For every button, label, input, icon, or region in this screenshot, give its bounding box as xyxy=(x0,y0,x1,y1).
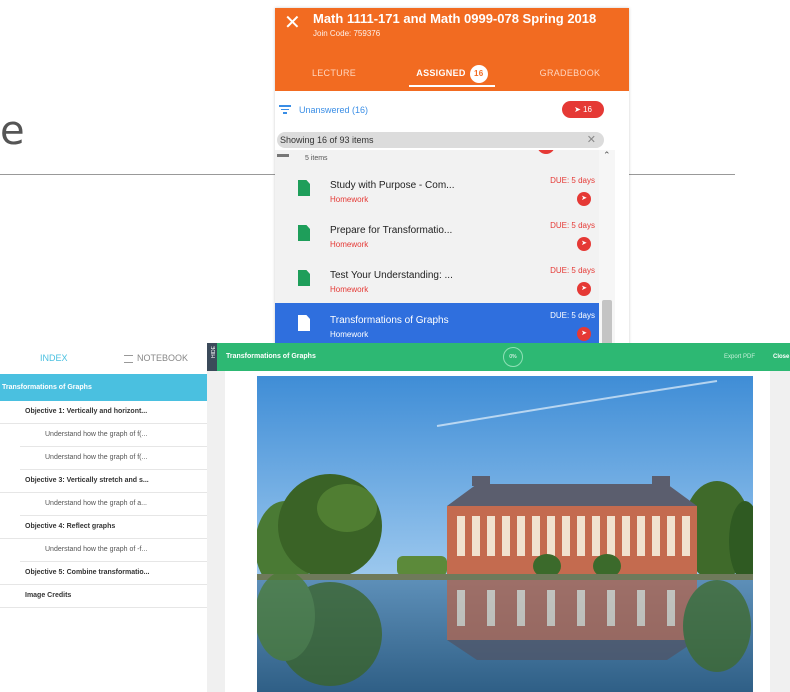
scrollbar-thumb[interactable] xyxy=(602,300,612,348)
content-title: Transformations of Graphs xyxy=(226,353,316,360)
toc-item[interactable]: Understand how the graph of f(... xyxy=(20,424,207,447)
hide-label: HIDE xyxy=(210,346,217,358)
tab-gradebook[interactable]: GRADEBOOK xyxy=(511,60,629,91)
export-pdf-button[interactable]: Export PDF xyxy=(724,354,755,360)
list-scrollbar[interactable]: ⌃ xyxy=(599,150,615,348)
status-indicator xyxy=(537,150,555,154)
filter-icon[interactable] xyxy=(279,103,291,116)
filter-row: Unanswered (16) ➤ 16 xyxy=(275,96,629,126)
send-icon: ➤ xyxy=(574,105,584,114)
due-label: DUE: 5 days xyxy=(550,266,595,275)
tab-label: NOTEBOOK xyxy=(137,353,189,363)
item-type: Homework xyxy=(330,195,369,204)
reader-sidebar: INDEX NOTEBOOK Transformations of Graphs… xyxy=(0,343,208,692)
table-of-contents: Objective 1: Vertically and horizont... … xyxy=(0,401,207,608)
tab-label: ASSIGNED xyxy=(416,68,466,78)
reader-window: INDEX NOTEBOOK Transformations of Graphs… xyxy=(0,343,790,692)
course-tabs: LECTURE ASSIGNED 16 GRADEBOOK xyxy=(275,60,629,91)
filter-dropdown[interactable]: Unanswered (16) xyxy=(299,105,368,115)
notebook-icon xyxy=(124,354,133,363)
toc-item[interactable]: Understand how the graph of -f... xyxy=(20,539,207,562)
send-icon[interactable]: ➤ xyxy=(577,237,591,251)
item-title: Prepare for Transformatio... xyxy=(330,225,453,236)
group-count: 5 items xyxy=(305,155,328,162)
toc-current-section[interactable]: Transformations of Graphs xyxy=(0,374,207,401)
assignments-panel: ✕ Math 1111-171 and Math 0999-078 Spring… xyxy=(275,8,629,348)
toc-item[interactable]: Objective 1: Vertically and horizont... xyxy=(0,401,207,424)
document-icon xyxy=(298,225,310,241)
progress-indicator: 0% xyxy=(503,347,523,367)
toc-item[interactable]: Understand how the graph of a... xyxy=(20,493,207,516)
photo-illustration xyxy=(257,376,753,692)
tab-lecture[interactable]: LECTURE xyxy=(275,60,393,91)
due-label: DUE: 5 days xyxy=(550,221,595,230)
content-toolbar: HIDE Transformations of Graphs 0% Export… xyxy=(207,343,790,371)
hide-sidebar-tab[interactable]: HIDE xyxy=(207,343,217,371)
list-item-selected[interactable]: Transformations of Graphs Homework DUE: … xyxy=(275,303,599,348)
join-code: Join Code: 759376 xyxy=(313,29,381,38)
course-title: Math 1111-171 and Math 0999-078 Spring 2… xyxy=(313,11,597,26)
toc-item[interactable]: Objective 5: Combine transformatio... xyxy=(0,562,207,585)
send-icon[interactable]: ➤ xyxy=(577,192,591,206)
due-label: DUE: 5 days xyxy=(550,311,595,320)
showing-items-bar: Showing 16 of 93 items ✕ xyxy=(277,132,604,148)
assignment-list: 5 items Study with Purpose - Com... Home… xyxy=(275,150,599,348)
toc-item[interactable]: Objective 4: Reflect graphs xyxy=(0,516,207,539)
slide-text-fragment: e xyxy=(0,108,25,154)
toc-item[interactable]: Image Credits xyxy=(0,585,207,608)
item-title: Transformations of Graphs xyxy=(330,315,449,326)
tab-index[interactable]: INDEX xyxy=(40,353,68,363)
send-icon[interactable]: ➤ xyxy=(577,327,591,341)
content-page xyxy=(225,371,770,692)
course-header: ✕ Math 1111-171 and Math 0999-078 Spring… xyxy=(275,8,629,91)
tab-label: LECTURE xyxy=(311,68,357,78)
close-button[interactable]: Close xyxy=(773,354,789,360)
group-header[interactable]: 5 items xyxy=(275,150,599,168)
document-icon xyxy=(298,270,310,286)
toc-item[interactable]: Understand how the graph of f(... xyxy=(20,447,207,470)
list-item[interactable]: Test Your Understanding: ... Homework DU… xyxy=(275,258,599,303)
assigned-count-badge: 16 xyxy=(469,64,488,83)
document-icon xyxy=(298,315,310,331)
collapse-icon xyxy=(277,154,289,157)
sidebar-tabs: INDEX NOTEBOOK xyxy=(0,343,207,374)
toc-item[interactable]: Objective 3: Vertically stretch and s... xyxy=(0,470,207,493)
tab-label: GRADEBOOK xyxy=(539,68,601,78)
send-icon[interactable]: ➤ xyxy=(577,282,591,296)
send-count: 16 xyxy=(583,105,592,114)
showing-count-text: Showing 16 of 93 items xyxy=(280,135,374,145)
tab-notebook[interactable]: NOTEBOOK xyxy=(124,353,188,363)
clear-filter-icon[interactable]: ✕ xyxy=(587,133,596,146)
item-type: Homework xyxy=(330,240,369,249)
list-item[interactable]: Prepare for Transformatio... Homework DU… xyxy=(275,213,599,258)
tab-assigned[interactable]: ASSIGNED 16 xyxy=(393,60,511,91)
item-type: Homework xyxy=(330,330,369,339)
content-area xyxy=(207,371,790,692)
item-title: Test Your Understanding: ... xyxy=(330,270,453,281)
item-type: Homework xyxy=(330,285,369,294)
document-icon xyxy=(298,180,310,196)
item-title: Study with Purpose - Com... xyxy=(330,180,455,191)
list-item[interactable]: Study with Purpose - Com... Homework DUE… xyxy=(275,168,599,213)
send-count-button[interactable]: ➤ 16 xyxy=(562,101,604,118)
close-icon[interactable]: ✕ xyxy=(284,12,301,34)
palace-reflection-photo xyxy=(257,376,753,692)
chevron-up-icon[interactable]: ⌃ xyxy=(603,150,611,161)
due-label: DUE: 5 days xyxy=(550,176,595,185)
